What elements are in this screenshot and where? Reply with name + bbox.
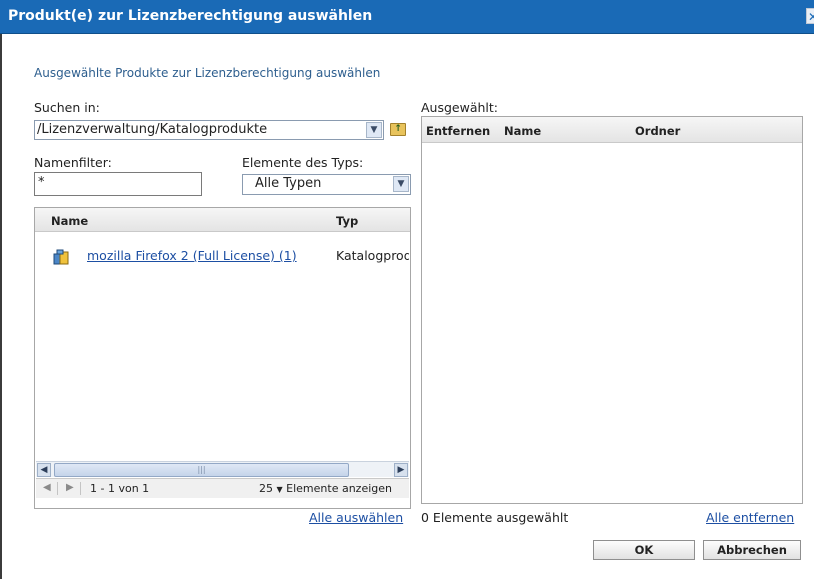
dialog-titlebar: Produkt(e) zur Lizenzberechtigung auswäh… [0,0,814,34]
pager-range: 1 - 1 von 1 [90,482,150,495]
scroll-left-icon[interactable]: ◀ [37,463,51,477]
item-type-select[interactable]: Alle Typen ▼ [242,174,411,195]
name-filter-input[interactable]: * [34,172,202,196]
selected-count: 0 Elemente ausgewählt [421,510,569,525]
search-in-value: /Lizenzverwaltung/Katalogprodukte [37,122,268,137]
page-size-label: Elemente anzeigen [286,482,392,495]
col-selected-name-header: Name [504,124,542,138]
col-remove-header: Entfernen [426,124,491,138]
col-name-header[interactable]: Name [51,214,88,228]
selected-panel: Entfernen Name Ordner [421,116,803,504]
ok-button[interactable]: OK [593,540,695,560]
col-type-header[interactable]: Typ [336,214,358,228]
chevron-down-icon[interactable]: ▼ [366,122,382,138]
select-all-link[interactable]: Alle auswählen [309,510,403,525]
next-page-icon[interactable]: ▶ [66,482,74,493]
selected-header: Entfernen Name Ordner [422,117,802,143]
page-size-select[interactable]: 25 ▼ Elemente anzeigen [259,482,392,495]
dialog-description: Ausgewählte Produkte zur Lizenzberechtig… [34,66,381,80]
dialog-left-border [0,34,2,579]
item-type-value: Alle Typen [255,176,322,191]
chevron-down-icon: ▼ [276,485,283,494]
name-filter-label: Namenfilter: [34,155,112,170]
selected-label: Ausgewählt: [421,100,499,115]
search-in-select[interactable]: /Lizenzverwaltung/Katalogprodukte ▼ [34,120,384,140]
folder-up-icon[interactable]: ↑ [390,123,406,136]
scroll-right-icon[interactable]: ▶ [394,463,408,477]
pager: ◀ ▶ 1 - 1 von 1 25 ▼ Elemente anzeigen [36,478,409,498]
horizontal-scrollbar[interactable]: ◀ ||| ▶ [36,461,409,477]
product-box-icon [53,249,69,265]
close-icon[interactable]: ✕ [806,8,814,24]
scroll-thumb[interactable]: ||| [54,463,349,477]
dialog-title: Produkt(e) zur Lizenzberechtigung auswäh… [8,8,373,24]
result-row-type: Katalogprodukt [336,248,409,263]
item-type-label: Elemente des Typs: [242,155,364,170]
page-size-value: 25 [259,482,273,495]
cancel-button[interactable]: Abbrechen [703,540,801,560]
chevron-down-icon[interactable]: ▼ [393,176,409,192]
search-in-label: Suchen in: [34,100,100,115]
results-panel: Name Typ mozilla Firefox 2 (Full License… [34,207,411,509]
prev-page-icon[interactable]: ◀ [43,482,51,493]
results-header: Name Typ [35,208,410,232]
col-folder-header: Ordner [635,124,681,138]
result-row-name[interactable]: mozilla Firefox 2 (Full License) (1) [87,248,297,263]
remove-all-link[interactable]: Alle entfernen [706,510,794,525]
